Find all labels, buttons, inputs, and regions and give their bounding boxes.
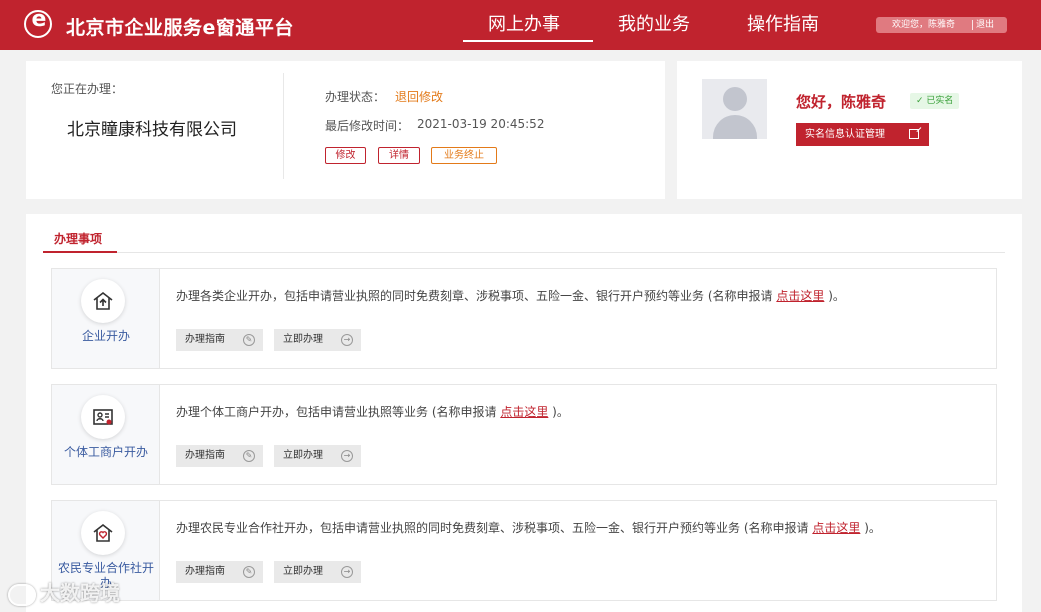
logo-letter: e xyxy=(31,7,47,32)
watermark-logo-icon xyxy=(8,583,36,606)
house-upload-icon xyxy=(81,279,125,323)
name-declaration-link[interactable]: 点击这里 xyxy=(776,289,824,303)
service-description: 办理各类企业开办，包括申请营业执照的同时免费刻章、涉税事项、五险一金、银行开户预… xyxy=(176,287,845,304)
nav-operation-guide[interactable]: 操作指南 xyxy=(747,10,819,36)
divider xyxy=(972,20,973,30)
avatar xyxy=(702,79,767,139)
service-description: 办理个体工商户开办，包括申请营业执照等业务 (名称申报请 点击这里 )。 xyxy=(176,403,569,420)
brand-title: 北京市企业服务e窗通平台 xyxy=(66,17,294,39)
external-link-icon xyxy=(909,129,919,139)
start-button[interactable]: 立即办理 → xyxy=(274,561,361,583)
description-text: 办理各类企业开办，包括申请营业执照的同时免费刻章、涉税事项、五险一金、银行开户预… xyxy=(176,289,773,303)
start-button[interactable]: 立即办理 → xyxy=(274,445,361,467)
guide-icon: ✎ xyxy=(243,334,255,346)
service-item-enterprise: 企业开办 办理各类企业开办，包括申请营业执照的同时免费刻章、涉税事项、五险一金、… xyxy=(51,268,997,369)
tab-handling-items[interactable]: 办理事项 xyxy=(54,230,102,247)
realname-auth-button[interactable]: 实名信息认证管理 xyxy=(796,123,929,146)
description-text: 办理农民专业合作社开办，包括申请营业执照的同时免费刻章、涉税事项、五险一金、银行… xyxy=(176,521,809,535)
service-side: 企业开办 xyxy=(52,269,160,368)
guide-icon: ✎ xyxy=(243,566,255,578)
watermark-text: 大数跨境 xyxy=(40,581,120,605)
guide-button[interactable]: 办理指南 ✎ xyxy=(176,561,263,583)
top-header: e 北京市企业服务e窗通平台 网上办事 我的业务 操作指南 欢迎您，陈雅奇 退出 xyxy=(0,0,1041,50)
greeting: 您好，陈雅奇 xyxy=(796,93,887,111)
nav-active-indicator xyxy=(463,40,593,42)
verified-label: 已实名 xyxy=(926,96,954,106)
tab-baseline xyxy=(43,252,1005,253)
guide-label: 办理指南 xyxy=(185,334,225,345)
user-bar: 欢迎您，陈雅奇 退出 xyxy=(876,17,1007,33)
status-label: 办理状态： xyxy=(325,90,386,104)
start-label: 立即办理 xyxy=(283,334,323,345)
verified-badge: ✓ 已实名 xyxy=(910,93,960,109)
divider xyxy=(283,73,284,179)
arrow-right-icon: → xyxy=(341,450,353,462)
doing-label: 您正在办理： xyxy=(51,82,124,96)
logout-link[interactable]: 退出 xyxy=(976,17,994,33)
guide-button[interactable]: 办理指南 ✎ xyxy=(176,445,263,467)
service-item-cooperative: 农民专业合作社开办 办理农民专业合作社开办，包括申请营业执照的同时免费刻章、涉税… xyxy=(51,500,997,601)
service-name: 个体工商户开办 xyxy=(63,445,148,459)
service-item-individual: 个体工商户开办 办理个体工商户开办，包括申请营业执照等业务 (名称申报请 点击这… xyxy=(51,384,997,485)
modified-time: 2021-03-19 20:45:52 xyxy=(417,117,545,131)
service-side: 个体工商户开办 xyxy=(52,385,160,484)
arrow-right-icon: → xyxy=(341,334,353,346)
status-value: 退回修改 xyxy=(395,90,444,104)
guide-icon: ✎ xyxy=(243,450,255,462)
company-name: 北京瞳康科技有限公司 xyxy=(67,120,237,140)
user-card: 您好，陈雅奇 ✓ 已实名 实名信息认证管理 xyxy=(677,61,1022,199)
edit-button[interactable]: 修改 xyxy=(325,147,366,164)
description-end: )。 xyxy=(864,521,881,535)
start-label: 立即办理 xyxy=(283,566,323,577)
details-button[interactable]: 详情 xyxy=(378,147,420,164)
id-card-icon xyxy=(81,395,125,439)
modified-label: 最后修改时间： xyxy=(325,119,410,133)
tab-active-underline xyxy=(43,251,117,253)
description-text: 办理个体工商户开办，包括申请营业执照等业务 (名称申报请 xyxy=(176,405,497,419)
description-end: )。 xyxy=(828,289,845,303)
name-declaration-link[interactable]: 点击这里 xyxy=(812,521,860,535)
nav-my-business[interactable]: 我的业务 xyxy=(618,10,690,36)
avatar-head xyxy=(723,87,747,111)
start-label: 立即办理 xyxy=(283,450,323,461)
avatar-body xyxy=(713,115,757,139)
nav-online-affairs[interactable]: 网上办事 xyxy=(488,10,560,36)
start-button[interactable]: 立即办理 → xyxy=(274,329,361,351)
terminate-button[interactable]: 业务终止 xyxy=(431,147,497,164)
guide-label: 办理指南 xyxy=(185,566,225,577)
services-card: 办理事项 企业开办 办理各类企业开办，包括申请营业执照的同时免费刻章、涉税事项、… xyxy=(26,214,1022,612)
heart-house-icon xyxy=(81,511,125,555)
guide-label: 办理指南 xyxy=(185,450,225,461)
welcome-text: 欢迎您，陈雅奇 xyxy=(892,20,956,30)
guide-button[interactable]: 办理指南 ✎ xyxy=(176,329,263,351)
description-end: )。 xyxy=(552,405,569,419)
realname-auth-label: 实名信息认证管理 xyxy=(805,129,885,140)
name-declaration-link[interactable]: 点击这里 xyxy=(500,405,548,419)
service-name: 企业开办 xyxy=(81,329,130,343)
service-description: 办理农民专业合作社开办，包括申请营业执照的同时免费刻章、涉税事项、五险一金、银行… xyxy=(176,519,881,536)
current-business-card: 您正在办理： 北京瞳康科技有限公司 办理状态： 退回修改 最后修改时间： 202… xyxy=(26,61,665,199)
arrow-right-icon: → xyxy=(341,566,353,578)
user-check-icon: ✓ xyxy=(916,96,927,106)
watermark: 大数跨境 xyxy=(8,577,120,606)
